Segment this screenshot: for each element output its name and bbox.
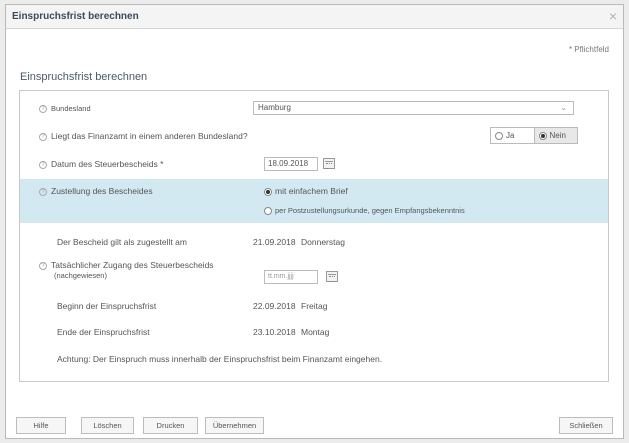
section-title: Einspruchsfrist berechnen — [20, 71, 148, 83]
datum-steuerbescheid-input[interactable]: 18.09.2018 — [264, 157, 318, 171]
zustellung-label: ? Zustellung des Bescheides — [39, 186, 153, 196]
bundesland-select[interactable]: Hamburg ⌄ — [253, 101, 574, 115]
bundesland-value: Hamburg — [258, 103, 291, 112]
help-icon[interactable]: ? — [39, 132, 47, 141]
footer-bar: Hilfe Löschen Drucken Übernehmen Schließ… — [6, 413, 623, 439]
datum-steuerbescheid-label: ? Datum des Steuerbescheids * — [39, 159, 163, 169]
tatsaechlicher-zugang-label: ? Tatsächlicher Zugang des Steuerbescheid… — [39, 260, 214, 270]
loeschen-button[interactable]: Löschen — [81, 417, 134, 434]
beginn-label: Beginn der Einspruchsfrist — [57, 301, 157, 311]
ende-weekday: Montag — [301, 327, 330, 337]
radio-brief[interactable] — [264, 187, 272, 196]
chevron-down-icon: ⌄ — [560, 103, 567, 112]
radio-urkunde[interactable] — [264, 207, 272, 216]
zugestellt-weekday: Donnerstag — [301, 237, 345, 247]
ende-label: Ende der Einspruchsfrist — [57, 327, 150, 337]
required-field-note: * Pflichtfeld — [568, 45, 609, 54]
calendar-icon[interactable] — [326, 271, 338, 282]
help-icon[interactable]: ? — [39, 187, 47, 196]
option-ja[interactable]: Ja — [491, 128, 534, 143]
radio-ja[interactable] — [495, 131, 503, 140]
tatsaechlicher-zugang-sublabel: (nachgewiesen) — [54, 271, 107, 280]
help-icon[interactable]: ? — [39, 105, 47, 114]
uebernehmen-button[interactable]: Übernehmen — [205, 417, 264, 434]
close-icon[interactable]: × — [609, 8, 617, 24]
tatsaechlicher-zugang-input[interactable]: tt.mm.jjjj — [264, 270, 318, 284]
bundesland-label: ? Bundesland — [39, 104, 91, 114]
dialog-window: Einspruchsfrist berechnen × * Pflichtfel… — [5, 4, 624, 439]
hinweis-text: Achtung: Der Einspruch muss innerhalb de… — [57, 354, 383, 364]
anderes-bundesland-label: ? Liegt das Finanzamt in einem anderen Bu… — [39, 131, 248, 141]
beginn-date: 22.09.2018 — [253, 301, 296, 311]
form-panel: ? Bundesland Hamburg ⌄ ? Liegt das Finanza… — [19, 90, 609, 382]
option-nein[interactable]: Nein — [533, 128, 577, 143]
drucken-button[interactable]: Drucken — [143, 417, 198, 434]
hilfe-button[interactable]: Hilfe — [16, 417, 66, 434]
calendar-icon[interactable] — [323, 158, 335, 169]
radio-nein[interactable] — [538, 131, 547, 140]
help-icon[interactable]: ? — [39, 261, 47, 270]
beginn-weekday: Freitag — [301, 301, 328, 311]
ende-date: 23.10.2018 — [253, 327, 296, 337]
help-icon[interactable]: ? — [39, 160, 47, 169]
zustellung-option-brief[interactable]: mit einfachem Brief — [264, 186, 348, 196]
zugestellt-date: 21.09.2018 — [253, 237, 296, 247]
dialog-title: Einspruchsfrist berechnen — [12, 11, 139, 22]
anderes-bundesland-toggle: Ja Nein — [490, 127, 578, 144]
zugestellt-label: Der Bescheid gilt als zugestellt am — [57, 237, 187, 247]
zustellung-option-urkunde[interactable]: per Postzustellungsurkunde, gegen Empfan… — [264, 206, 465, 216]
schliessen-button[interactable]: Schließen — [559, 417, 613, 434]
title-bar: Einspruchsfrist berechnen × — [6, 5, 623, 29]
